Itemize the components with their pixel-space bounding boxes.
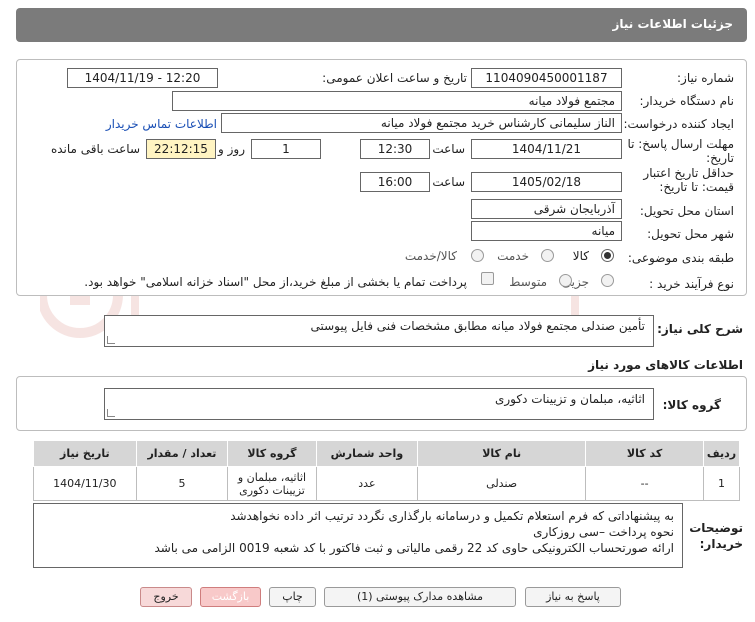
cell-qty: 5	[135, 466, 229, 501]
resize-handle-icon[interactable]	[107, 336, 115, 344]
category-radio-both[interactable]	[471, 249, 484, 262]
table-header-row: ردیف کد کالا نام کالا واحد شمارش گروه کا…	[33, 440, 740, 467]
process-label: نوع فرآیند خرید :	[649, 277, 734, 291]
remaining-label: ساعت باقی مانده	[50, 142, 140, 156]
cell-row-num: 1	[703, 466, 740, 501]
col-header-unit: واحد شمارش	[315, 440, 419, 467]
buyer-note-line: نحوه پرداخت –سی روزکاری	[533, 525, 674, 539]
treasury-checkbox[interactable]	[481, 272, 494, 285]
province-label: استان محل تحویل:	[639, 204, 734, 218]
buyer-label: نام دستگاه خریدار:	[639, 94, 735, 108]
deadline-label: مهلت ارسال پاسخ: تا تاریخ:	[627, 137, 734, 165]
city-field[interactable]: میانه	[471, 221, 622, 241]
goods-group-label: گروه کالا:	[662, 398, 721, 412]
category-label: طبقه بندی موضوعی:	[627, 251, 734, 265]
general-desc-field[interactable]: تأمین صندلی مجتمع فولاد میانه مطابق مشخص…	[104, 315, 654, 347]
cell-name: صندلی	[417, 466, 587, 501]
deadline-time-label: ساعت	[432, 142, 465, 156]
col-header-group: گروه کالا	[227, 440, 317, 467]
cell-unit: عدد	[315, 466, 419, 501]
deadline-time-field[interactable]: 12:30	[360, 139, 430, 159]
need-number-label: شماره نیاز:	[677, 71, 734, 85]
cell-date: 1404/11/30	[33, 466, 137, 501]
category-option-goods: کالا	[572, 249, 589, 263]
validity-date-field[interactable]: 1405/02/18	[471, 172, 622, 192]
title-bar: جزئیات اطلاعات نیاز	[16, 8, 747, 42]
category-option-both: کالا/خدمت	[404, 249, 457, 263]
city-label: شهر محل تحویل:	[647, 227, 734, 241]
goods-info-title: اطلاعات کالاهای مورد نیاز	[588, 358, 743, 372]
goods-group-text: اثاثیه، مبلمان و تزیینات دکوری	[494, 392, 645, 406]
deadline-date-field[interactable]: 1404/11/21	[471, 139, 622, 159]
buyer-note-line: ارائه صورتحساب الکترونیکی حاوی کد 22 رقم…	[154, 541, 674, 555]
col-header-date: تاریخ نیاز	[33, 440, 137, 467]
items-table-wrap: ردیف کد کالا نام کالا واحد شمارش گروه کا…	[33, 440, 740, 501]
contact-buyer-link[interactable]: اطلاعات تماس خریدار	[106, 117, 217, 131]
buyer-note-line: به پیشنهاداتی که فرم استعلام تکمیل و درس…	[230, 509, 674, 523]
table-row[interactable]: 1 -- صندلی عدد اثاثیه، مبلمان و تزیینات …	[33, 466, 740, 501]
items-table: ردیف کد کالا نام کالا واحد شمارش گروه کا…	[33, 440, 740, 501]
col-header-code: کد کالا	[585, 440, 704, 467]
validity-label: حداقل تاریخ اعتبار قیمت: تا تاریخ:	[643, 166, 734, 194]
announce-label: تاریخ و ساعت اعلان عمومی:	[322, 71, 467, 85]
category-option-service: خدمت	[497, 249, 529, 263]
back-button[interactable]: بازگشت	[200, 587, 261, 607]
col-header-row-num: ردیف	[703, 440, 740, 467]
buyer-notes-field[interactable]: به پیشنهاداتی که فرم استعلام تکمیل و درس…	[33, 503, 683, 568]
exit-button[interactable]: خروج	[140, 587, 192, 607]
print-button[interactable]: چاپ	[269, 587, 316, 607]
announce-field[interactable]: 1404/11/19 - 12:20	[67, 68, 218, 88]
col-header-name: نام کالا	[417, 440, 587, 467]
reply-button[interactable]: پاسخ به نیاز	[525, 587, 621, 607]
cell-code: --	[585, 466, 704, 501]
validity-time-label: ساعت	[432, 175, 465, 189]
remaining-time-field: 22:12:15	[146, 139, 216, 159]
category-radio-service[interactable]	[541, 249, 554, 262]
process-option-medium: متوسط	[509, 275, 547, 289]
general-desc-label: شرح کلی نیاز:	[657, 322, 743, 336]
days-field[interactable]: 1	[251, 139, 321, 159]
resize-handle-icon[interactable]	[107, 409, 115, 417]
process-radio-medium[interactable]	[559, 274, 572, 287]
buyer-notes-label: توضیحات خریدار:	[689, 521, 743, 551]
col-header-qty: تعداد / مقدار	[135, 440, 229, 467]
category-radio-goods[interactable]	[601, 249, 614, 262]
days-and-label: روز و	[218, 142, 245, 156]
need-number-field[interactable]: 1104090450001187	[471, 68, 622, 88]
province-field[interactable]: آذربایجان شرقی	[471, 199, 622, 219]
buyer-field[interactable]: مجتمع فولاد میانه	[172, 91, 622, 111]
goods-group-field[interactable]: اثاثیه، مبلمان و تزیینات دکوری	[104, 388, 654, 420]
creator-label: ایجاد کننده درخواست:	[623, 117, 734, 131]
page-title: جزئیات اطلاعات نیاز	[612, 17, 733, 31]
payment-note: پرداخت تمام یا بخشی از مبلغ خرید،از محل …	[84, 275, 467, 289]
creator-field[interactable]: الناز سلیمانی کارشناس خرید مجتمع فولاد م…	[221, 113, 622, 133]
validity-time-field[interactable]: 16:00	[360, 172, 430, 192]
general-desc-text: تأمین صندلی مجتمع فولاد میانه مطابق مشخص…	[310, 319, 645, 333]
process-radio-minor[interactable]	[601, 274, 614, 287]
attachments-button[interactable]: مشاهده مدارک پیوستی (1)	[324, 587, 516, 607]
cell-group: اثاثیه، مبلمان و تزیینات دکوری	[227, 466, 317, 501]
